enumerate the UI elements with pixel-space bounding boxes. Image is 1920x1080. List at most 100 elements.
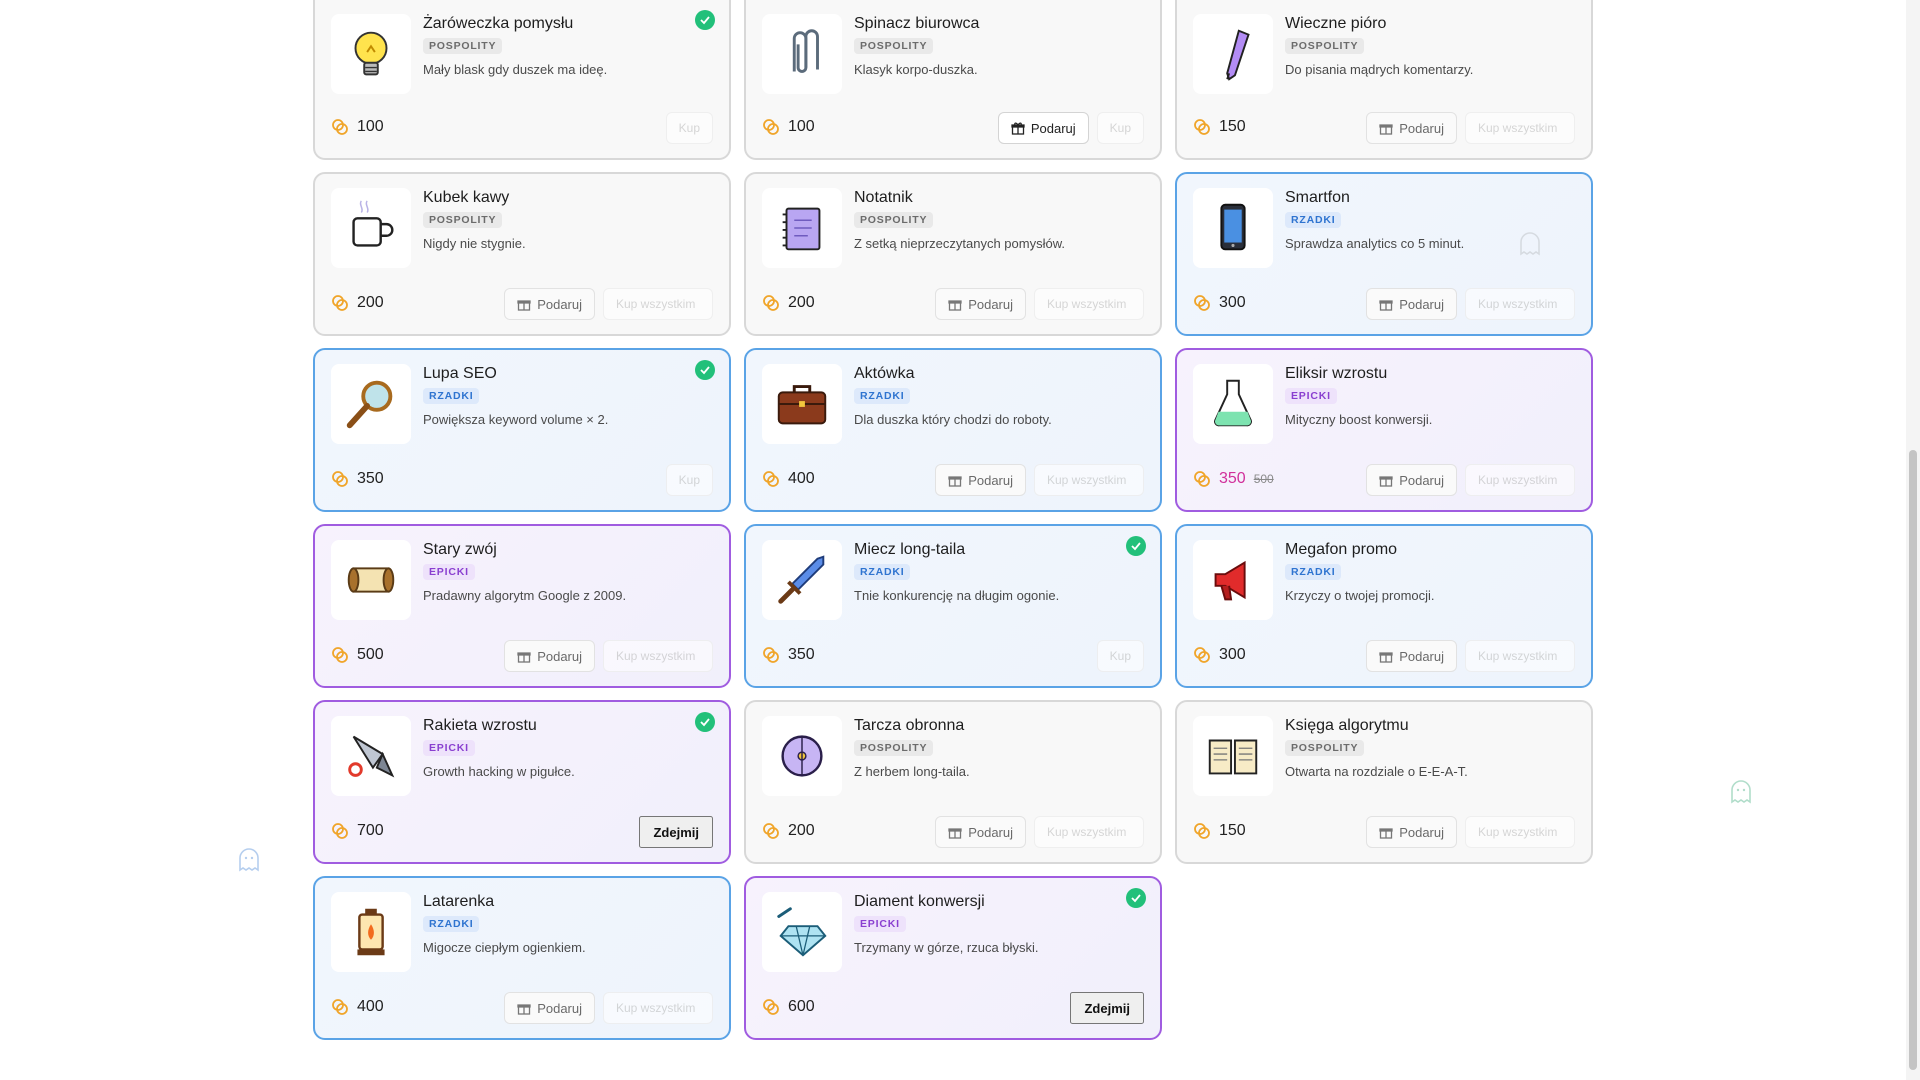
ghost-icon	[1731, 780, 1751, 804]
item-description: Powiększa keyword volume × 2.	[423, 412, 609, 427]
equip-button-faded[interactable]: Kup	[1096, 640, 1144, 672]
item-card-zaroweczka[interactable]: Żaróweczka pomysłu POSPOLITY Mały blask …	[313, 0, 731, 160]
rarity-badge: RZADKI	[423, 916, 480, 932]
item-card-diament[interactable]: Diament konwersji EPICKI Trzymany w górz…	[744, 876, 1162, 1040]
item-thumbnail	[1193, 14, 1273, 94]
buy-for-all-button-faded[interactable]: Kup wszystkim	[1465, 288, 1575, 320]
equip-button-faded[interactable]: Kup	[665, 464, 713, 496]
item-card-kubek-kawy[interactable]: Kubek kawy POSPOLITY Nigdy nie stygnie. …	[313, 172, 731, 336]
item-name: Smartfon	[1285, 189, 1350, 206]
rarity-badge: RZADKI	[1285, 212, 1342, 228]
take-off-button[interactable]: Zdejmij	[1070, 992, 1144, 1024]
buy-for-all-button-faded[interactable]: Kup wszystkim	[1465, 112, 1575, 144]
gift-button[interactable]: Podaruj	[1366, 112, 1457, 144]
item-description: Nigdy nie stygnie.	[423, 236, 526, 251]
item-card-wieczne-pioro[interactable]: Wieczne pióro POSPOLITY Do pisania mądry…	[1175, 0, 1593, 160]
buy-for-all-button-faded[interactable]: Kup wszystkim	[1465, 816, 1575, 848]
buy-for-all-button-faded[interactable]: Kup wszystkim	[603, 992, 713, 1024]
item-price: 300	[1193, 646, 1246, 664]
rocket-icon	[348, 735, 395, 778]
item-thumbnail	[331, 188, 411, 268]
item-card-megafon[interactable]: Megafon promo RZADKI Krzyczy o twojej pr…	[1175, 524, 1593, 688]
buy-for-all-button-faded[interactable]: Kup wszystkim	[1034, 816, 1144, 848]
gift-button[interactable]: Podaruj	[935, 816, 1026, 848]
gift-label: Podaruj	[1399, 648, 1444, 664]
rarity-badge: POSPOLITY	[854, 38, 934, 54]
item-description: Otwarta na rozdziale o E-E-A-T.	[1285, 764, 1468, 779]
paperclip-icon	[792, 29, 819, 73]
gift-button[interactable]: Podaruj	[1366, 464, 1457, 496]
scrollbar[interactable]	[1906, 0, 1920, 1080]
gift-label: Podaruj	[1399, 472, 1444, 488]
gift-label: Podaruj	[1030, 120, 1076, 136]
item-card-miecz[interactable]: Miecz long-taila RZADKI Tnie konkurencję…	[744, 524, 1162, 688]
gift-button[interactable]: Podaruj	[504, 640, 595, 672]
item-thumbnail	[762, 14, 842, 94]
item-thumbnail	[331, 364, 411, 444]
gift-label: Podaruj	[1399, 296, 1444, 312]
price-value: 300	[1219, 646, 1246, 663]
item-card-lupa-seo[interactable]: Lupa SEO RZADKI Powiększa keyword volume…	[313, 348, 731, 512]
gift-icon	[1379, 476, 1393, 487]
buy-for-all-button-faded[interactable]: Kup wszystkim	[1465, 464, 1575, 496]
scroll-icon	[347, 567, 395, 593]
item-card-rakieta[interactable]: Rakieta wzrostu EPICKI Growth hacking w …	[313, 700, 731, 864]
coin-icon	[763, 999, 779, 1015]
rarity-badge: POSPOLITY	[423, 38, 503, 54]
potion-icon	[1214, 379, 1252, 427]
owned-check-icon	[695, 360, 715, 380]
take-off-button[interactable]: Zdejmij	[639, 816, 713, 848]
item-price: 350 500	[1193, 470, 1274, 488]
item-price: 400	[762, 470, 815, 488]
rarity-badge: RZADKI	[1285, 564, 1342, 580]
item-thumbnail	[1193, 716, 1273, 796]
rarity-badge: RZADKI	[423, 388, 480, 404]
gift-button[interactable]: Podaruj	[935, 288, 1026, 320]
item-price: 200	[762, 294, 815, 312]
old-price-value: 500	[1253, 472, 1274, 486]
item-price: 700	[331, 822, 384, 840]
book-icon	[1208, 739, 1258, 775]
item-card-spinacz[interactable]: Spinacz biurowca POSPOLITY Klasyk korpo-…	[744, 0, 1162, 160]
item-thumbnail	[762, 716, 842, 796]
item-name: Rakieta wzrostu	[423, 717, 537, 734]
buy-for-all-button-faded[interactable]: Kup wszystkim	[603, 288, 713, 320]
gift-label: Podaruj	[537, 648, 582, 664]
item-name: Wieczne pióro	[1285, 15, 1387, 32]
price-value: 350	[788, 646, 815, 663]
buy-for-all-button-faded[interactable]: Kup wszystkim	[1465, 640, 1575, 672]
item-card-ksiega[interactable]: Księga algorytmu POSPOLITY Otwarta na ro…	[1175, 700, 1593, 864]
ghost-icon	[1520, 232, 1540, 256]
gift-icon	[1011, 122, 1025, 135]
gift-button[interactable]: Podaruj	[504, 288, 595, 320]
price-value: 700	[357, 822, 384, 839]
item-description: Z herbem long-taila.	[854, 764, 970, 779]
buy-for-all-button-faded[interactable]: Kup wszystkim	[603, 640, 713, 672]
coin-icon	[763, 647, 779, 663]
item-name: Stary zwój	[423, 541, 497, 558]
item-card-stary-zwoj[interactable]: Stary zwój EPICKI Pradawny algorytm Goog…	[313, 524, 731, 688]
item-card-aktowka[interactable]: Aktówka RZADKI Dla duszka który chodzi d…	[744, 348, 1162, 512]
gift-button[interactable]: Podaruj	[935, 464, 1026, 496]
item-description: Growth hacking w pigułce.	[423, 764, 575, 779]
item-name: Latarenka	[423, 893, 495, 910]
item-card-latarenka[interactable]: Latarenka RZADKI Migocze ciepłym ogienki…	[313, 876, 731, 1040]
gift-button[interactable]: Podaruj	[1366, 640, 1457, 672]
equip-button-faded[interactable]: Kup	[665, 112, 713, 144]
gift-button[interactable]: Podaruj	[504, 992, 595, 1024]
item-card-notatnik[interactable]: Notatnik POSPOLITY Z setką nieprzeczytan…	[744, 172, 1162, 336]
gift-button[interactable]: Podaruj	[997, 112, 1089, 144]
buy-for-all-button-faded[interactable]: Kup wszystkim	[1034, 464, 1144, 496]
scrollbar-thumb[interactable]	[1909, 450, 1917, 1070]
gift-icon	[1379, 124, 1393, 135]
gift-button[interactable]: Podaruj	[1366, 816, 1457, 848]
buy-for-all-button-faded[interactable]: Kup wszystkim	[1034, 288, 1144, 320]
buy-button-faded[interactable]: Kup	[1096, 112, 1144, 144]
owned-check-icon	[1126, 888, 1146, 908]
gift-button[interactable]: Podaruj	[1366, 288, 1457, 320]
coin-icon	[763, 295, 779, 311]
item-thumbnail	[331, 14, 411, 94]
coffee-mug-icon	[352, 200, 394, 247]
item-card-tarcza[interactable]: Tarcza obronna POSPOLITY Z herbem long-t…	[744, 700, 1162, 864]
item-card-eliksir[interactable]: Eliksir wzrostu EPICKI Mityczny boost ko…	[1175, 348, 1593, 512]
